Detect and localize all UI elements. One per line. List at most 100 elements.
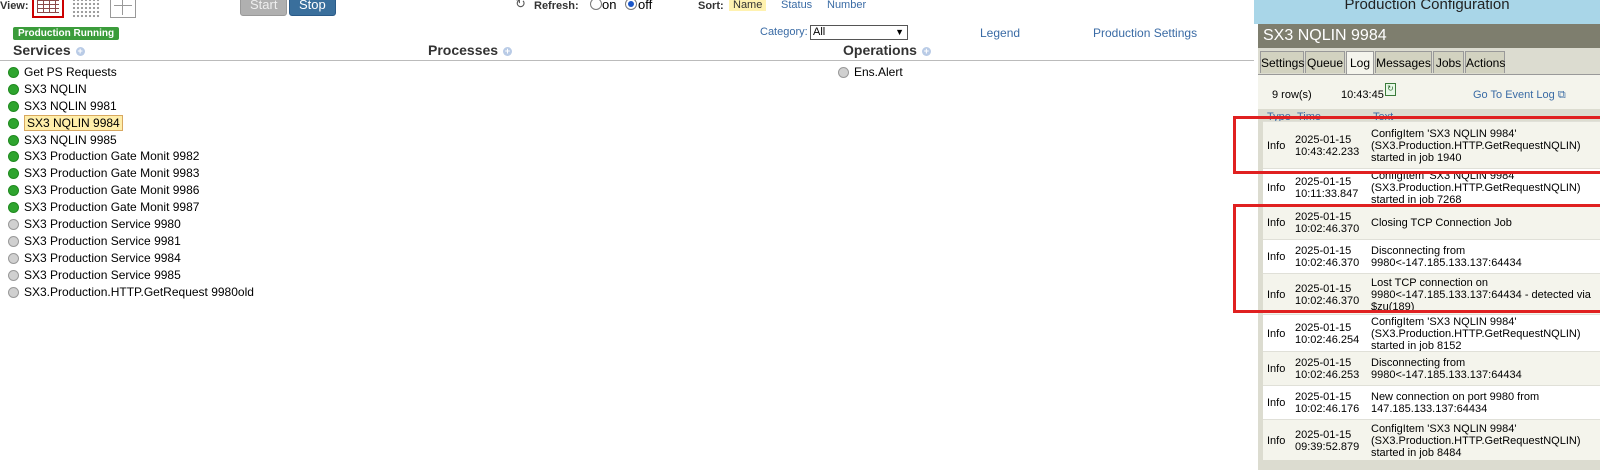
status-dot-icon [8,286,19,298]
service-name: SX3 Production Service 9984 [24,250,181,265]
refresh-on-label: on [602,0,617,12]
dot-grid-view-icon[interactable] [72,0,100,18]
log-time-cell: 2025-01-15 10:02:46.176 [1295,391,1360,415]
toolbar: View: Start Stop ↻ Refresh: on off Sort:… [0,0,1254,22]
log-text: New connection on port 9980 from 147.185… [1371,391,1540,415]
log-row[interactable]: Info 2025-01-15 10:02:46.176 New connectio… [1263,385,1600,419]
service-item[interactable]: SX3 NQLIN 9985 [8,132,254,149]
add-process-icon[interactable]: + [503,46,513,56]
service-name: SX3 Production Gate Monit 9982 [24,149,200,164]
legend-link[interactable]: Legend [980,26,1020,40]
refresh-icon: ↻ [515,0,526,11]
status-dot-icon [8,83,19,95]
log-row[interactable]: Info 2025-01-15 10:02:46.253 Disconnecting… [1263,351,1600,385]
sort-by-status-link[interactable]: Status [781,0,812,11]
banner-label: Production Configuration [1344,0,1510,13]
category-select[interactable]: All ▼ [810,25,908,40]
operations-header: Operations + [843,42,931,58]
status-dot-icon [838,67,849,78]
log-time-cell: 2025-01-15 10:02:46.254 [1295,321,1360,346]
header-divider [0,60,1254,61]
start-button[interactable]: Start [240,0,288,16]
log-text: Disconnecting from 9980<-147.185.133.137… [1371,357,1522,381]
status-badge: Production Running [13,27,120,40]
log-text: ConfigItem 'SX3 NQLIN 9984' (SX3.Product… [1371,169,1581,206]
service-item[interactable]: SX3 Production Gate Monit 9983 [8,165,254,182]
refresh-log-icon[interactable]: ↻ [1385,83,1396,96]
tab-settings[interactable]: Settings [1260,51,1304,73]
refresh-on-radio[interactable] [590,0,602,10]
category-label: Category: [760,26,808,38]
log-time-cell: 2025-01-15 10:11:33.847 [1295,175,1359,200]
tab-jobs[interactable]: Jobs [1433,51,1464,73]
services-list: Get PS Requests SX3 NQLIN SX3 NQLIN 9981 SX… [8,64,254,300]
status-dot-icon [8,252,19,264]
service-item[interactable]: SX3 NQLIN 9981 [8,98,254,115]
sort-by-name-link[interactable]: Name [729,0,767,11]
tab-messages[interactable]: Messages [1375,51,1432,73]
service-name: SX3 Production Service 9985 [24,267,181,282]
service-item[interactable]: SX3 NQLIN [8,81,254,98]
chevron-down-icon: ▼ [895,27,904,37]
log-time: 10:43:45 [1341,89,1384,101]
refresh-off-radio[interactable] [625,0,637,10]
service-name: SX3 NQLIN [24,81,87,96]
split-view-icon[interactable] [110,0,136,18]
add-service-icon[interactable]: + [75,46,85,56]
service-item[interactable]: SX3 NQLIN 9984 [8,114,254,132]
stop-button[interactable]: Stop [289,0,336,16]
tab-queue[interactable]: Queue [1305,51,1345,73]
view-label: View: [0,0,29,12]
service-item[interactable]: SX3 Production Service 9980 [8,216,254,233]
tab-actions[interactable]: Actions [1465,51,1505,73]
external-link-icon: ⧉ [1557,89,1566,101]
service-name: SX3.Production.HTTP.GetRequest 9980old [24,284,254,299]
log-type: Info [1267,434,1286,447]
status-dot-icon [8,100,19,112]
diagram-view-icon[interactable] [32,0,64,18]
service-name: SX3 NQLIN 9984 [24,114,123,131]
service-item[interactable]: SX3 Production Service 9985 [8,267,254,284]
log-row[interactable]: Info 2025-01-15 09:39:52.879 ConfigItem 'S… [1263,419,1600,460]
service-item[interactable]: SX3 Production Service 9984 [8,250,254,267]
tab-log[interactable]: Log [1346,51,1374,75]
status-dot-icon [8,134,19,146]
event-log-label: Go To Event Log [1473,89,1555,101]
status-dot-icon [8,269,19,281]
service-name: SX3 Production Service 9980 [24,217,181,232]
service-item[interactable]: SX3 Production Gate Monit 9982 [8,148,254,165]
operations-list: Ens.Alert [838,64,903,81]
status-dot-icon [8,67,19,78]
service-item[interactable]: SX3.Production.HTTP.GetRequest 9980old [8,284,254,301]
log-time-cell: 2025-01-15 09:39:52.879 [1295,428,1360,453]
operation-item[interactable]: Ens.Alert [838,64,903,81]
status-dot-icon [8,151,19,163]
status-dot-icon [8,235,19,247]
service-name: SX3 NQLIN 9981 [24,98,117,113]
refresh-label: Refresh: [534,0,579,12]
service-item[interactable]: SX3 Production Gate Monit 9987 [8,199,254,216]
log-row[interactable]: Info 2025-01-15 10:02:46.254 ConfigItem 'S… [1263,314,1600,352]
go-to-event-log-link[interactable]: Go To Event Log ⧉ [1473,89,1566,102]
service-name: SX3 Production Gate Monit 9986 [24,183,200,198]
status-dot-icon [8,117,19,129]
production-settings-link[interactable]: Production Settings [1093,26,1197,40]
service-name: SX3 NQLIN 9985 [24,132,117,147]
service-item[interactable]: Get PS Requests [8,64,254,81]
sort-by-number-link[interactable]: Number [827,0,866,11]
log-type: Info [1267,327,1286,340]
log-toolbar: 9 row(s) 10:43:45 ↻ Go To Event Log ⧉ [1258,75,1600,109]
service-name: SX3 Production Gate Monit 9987 [24,200,200,215]
status-dot-icon [8,202,19,214]
operation-name: Ens.Alert [854,65,903,79]
processes-header: Processes + [428,42,513,58]
row-count: 9 row(s) [1272,89,1312,101]
processes-header-label: Processes [428,42,499,58]
service-name: SX3 Production Gate Monit 9983 [24,166,200,181]
service-item[interactable]: SX3 Production Service 9981 [8,233,254,250]
services-header: Services + [13,42,85,58]
log-type: Info [1267,181,1286,194]
add-operation-icon[interactable]: + [921,46,931,56]
panel-title: SX3 NQLIN 9984 [1258,24,1600,48]
service-item[interactable]: SX3 Production Gate Monit 9986 [8,182,254,199]
